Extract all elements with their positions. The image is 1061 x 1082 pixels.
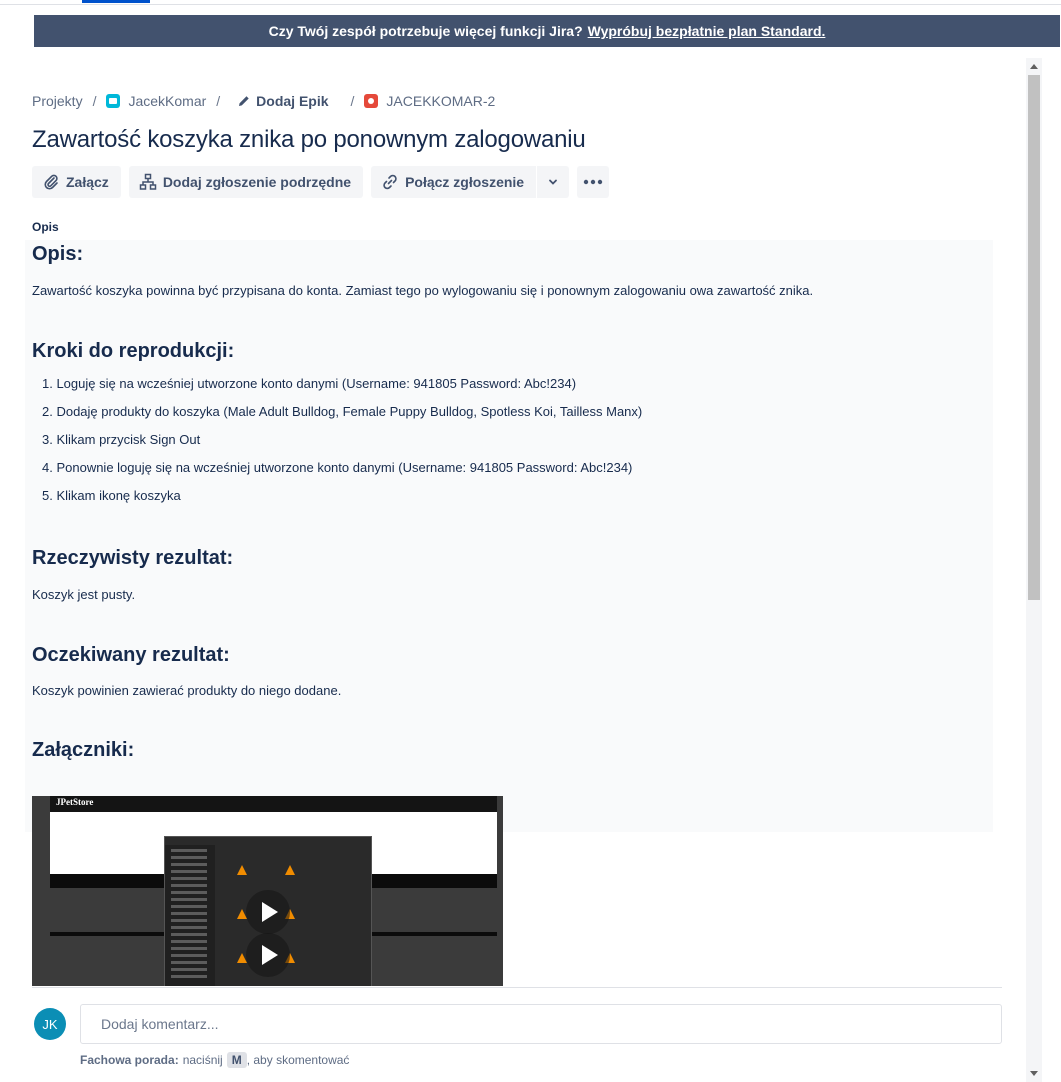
heading-attachments: Załączniki: [32,739,135,761]
bug-icon [364,94,379,108]
shortcut-key: M [226,1052,247,1068]
attachment-logo-text: JPetStore [56,797,94,807]
heading-actual: Rzeczywisty rezultat: [32,547,234,569]
expected-result-text: Koszyk powinien zawierać produkty do nie… [32,683,342,698]
description-text: Zawartość koszyka powinna być przypisana… [32,283,814,298]
link-issue-button[interactable]: Połącz zgłoszenie [371,166,537,198]
add-child-issue-button[interactable]: Dodaj zgłoszenie podrzędne [128,166,364,198]
play-icon[interactable] [246,933,290,977]
list-item: 3. Klikam przycisk Sign Out [42,432,201,447]
actual-result-text: Koszyk jest pusty. [32,587,136,602]
add-epic-link[interactable]: Dodaj Epik [238,93,329,109]
issue-toolbar: Załącz Dodaj zgłoszenie podrzędne Połącz… [32,166,610,198]
breadcrumb-issue-key: JACEKKOMAR-2 [386,93,496,109]
list-item: 4. Ponownie loguję się na wcześniej utwo… [42,460,633,475]
description-editor[interactable] [25,240,993,832]
divider [32,987,1002,988]
scrollbar[interactable] [1026,58,1042,1082]
breadcrumb-project-label: JacekKomar [128,93,207,109]
attach-button[interactable]: Załącz [32,166,121,198]
comment-tip: Fachowa porada: naciśnij M , aby skoment… [80,1052,350,1068]
upgrade-banner: Czy Twój zespół potrzebuje więcej funkcj… [34,15,1060,47]
breadcrumb-projects[interactable]: Projekty [32,93,83,109]
breadcrumb: Projekty / JacekKomar / Dodaj Epik / JAC… [32,93,496,109]
link-icon [383,174,397,190]
more-icon [583,179,603,185]
more-actions-button[interactable] [577,166,610,198]
heading-steps: Kroki do reprodukcji: [32,340,235,362]
steps-list: 1. Loguję się na wcześniej utworzone kon… [42,375,642,515]
top-nav-bar [0,0,1061,5]
scroll-down-icon[interactable] [1030,1071,1038,1076]
attachment-video-thumbnail[interactable]: JPetStore [32,796,503,986]
paperclip-icon [44,174,58,190]
description-label: Opis [32,220,59,234]
scroll-up-icon[interactable] [1030,64,1038,69]
play-icon[interactable] [246,890,290,934]
chevron-down-icon [549,179,558,185]
scrollbar-thumb[interactable] [1028,75,1040,600]
breadcrumb-issue[interactable]: JACEKKOMAR-2 [364,93,495,109]
banner-link[interactable]: Wypróbuj bezpłatnie plan Standard. [588,23,826,39]
list-item: 5. Klikam ikonę koszyka [42,488,181,503]
project-avatar-icon [106,94,121,108]
breadcrumb-project[interactable]: JacekKomar [106,93,206,109]
pencil-icon [239,96,249,106]
avatar[interactable]: JK [34,1008,66,1040]
link-issue-dropdown[interactable] [537,166,570,198]
heading-expected: Oczekiwany rezultat: [32,644,230,666]
add-epic-label: Dodaj Epik [256,93,329,109]
link-issue-group: Połącz zgłoszenie [371,166,570,198]
banner-text: Czy Twój zespół potrzebuje więcej funkcj… [268,23,583,39]
heading-opis: Opis: [32,243,84,265]
comment-input[interactable]: Dodaj komentarz... [80,1004,1002,1044]
list-item: 1. Loguję się na wcześniej utworzone kon… [42,376,577,391]
list-item: 2. Dodaję produkty do koszyka (Male Adul… [42,404,643,419]
hierarchy-icon [139,173,157,190]
active-tab-indicator [82,0,150,3]
issue-title[interactable]: Zawartość koszyka znika po ponownym zalo… [32,126,586,154]
